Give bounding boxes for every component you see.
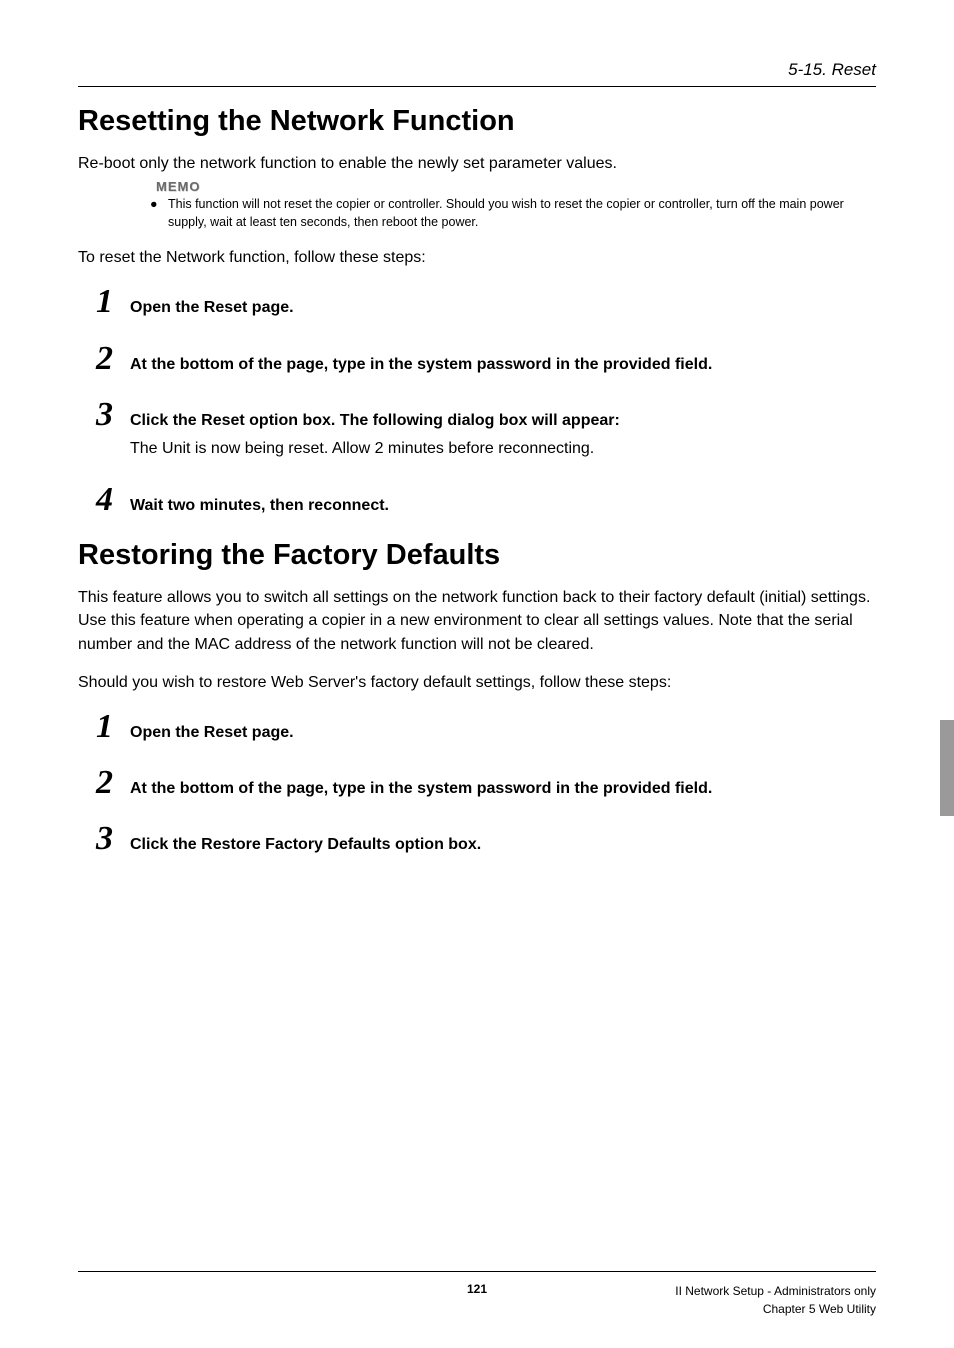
step-row: 3 Click the Reset option box. The follow… bbox=[96, 398, 876, 461]
footer-page-number: 121 bbox=[467, 1282, 487, 1296]
memo-label: MEMO bbox=[156, 179, 876, 194]
footer-line1: II Network Setup - Administrators only bbox=[675, 1282, 876, 1300]
step-title: At the bottom of the page, type in the s… bbox=[130, 354, 876, 376]
step-title: Open the Reset page. bbox=[130, 297, 876, 319]
section1-intro: Re-boot only the network function to ena… bbox=[78, 152, 876, 175]
step-row: 1 Open the Reset page. bbox=[96, 710, 876, 744]
header-section-label: 5-15. Reset bbox=[78, 60, 876, 80]
footer: 121 II Network Setup - Administrators on… bbox=[78, 1271, 876, 1296]
section2-intro: This feature allows you to switch all se… bbox=[78, 586, 876, 656]
step-content: Click the Reset option box. The followin… bbox=[130, 400, 876, 461]
footer-rule bbox=[78, 1271, 876, 1272]
footer-right: II Network Setup - Administrators only C… bbox=[675, 1282, 876, 1318]
step-content: At the bottom of the page, type in the s… bbox=[130, 768, 876, 800]
step-content: Click the Restore Factory Defaults optio… bbox=[130, 824, 876, 856]
step-row: 2 At the bottom of the page, type in the… bbox=[96, 766, 876, 800]
side-tab bbox=[940, 720, 954, 816]
memo-block: MEMO ●This function will not reset the c… bbox=[156, 179, 876, 231]
step-row: 2 At the bottom of the page, type in the… bbox=[96, 342, 876, 376]
step-title: Wait two minutes, then reconnect. bbox=[130, 495, 876, 517]
step-content: Open the Reset page. bbox=[130, 287, 876, 319]
step-number: 3 bbox=[96, 822, 130, 856]
step-content: At the bottom of the page, type in the s… bbox=[130, 344, 876, 376]
step-title: At the bottom of the page, type in the s… bbox=[130, 778, 876, 800]
section1-title: Resetting the Network Function bbox=[78, 105, 876, 138]
step-number: 2 bbox=[96, 342, 130, 376]
step-content: Wait two minutes, then reconnect. bbox=[130, 485, 876, 517]
step-row: 3 Click the Restore Factory Defaults opt… bbox=[96, 822, 876, 856]
step-number: 1 bbox=[96, 710, 130, 744]
section1-lead: To reset the Network function, follow th… bbox=[78, 249, 876, 267]
memo-body: This function will not reset the copier … bbox=[168, 197, 844, 229]
step-row: 1 Open the Reset page. bbox=[96, 285, 876, 319]
step-number: 2 bbox=[96, 766, 130, 800]
step-body: The Unit is now being reset. Allow 2 min… bbox=[130, 438, 876, 460]
step-row: 4 Wait two minutes, then reconnect. bbox=[96, 483, 876, 517]
step-number: 1 bbox=[96, 285, 130, 319]
section2-lead: Should you wish to restore Web Server's … bbox=[78, 674, 876, 692]
section2-title: Restoring the Factory Defaults bbox=[78, 539, 876, 572]
memo-text: ●This function will not reset the copier… bbox=[156, 196, 876, 231]
step-title: Click the Restore Factory Defaults optio… bbox=[130, 834, 876, 856]
footer-row: 121 II Network Setup - Administrators on… bbox=[78, 1282, 876, 1296]
header-rule bbox=[78, 86, 876, 87]
step-title: Click the Reset option box. The followin… bbox=[130, 410, 876, 432]
footer-line2: Chapter 5 Web Utility bbox=[675, 1300, 876, 1318]
step-title: Open the Reset page. bbox=[130, 722, 876, 744]
step-number: 4 bbox=[96, 483, 130, 517]
step-number: 3 bbox=[96, 398, 130, 432]
step-content: Open the Reset page. bbox=[130, 712, 876, 744]
